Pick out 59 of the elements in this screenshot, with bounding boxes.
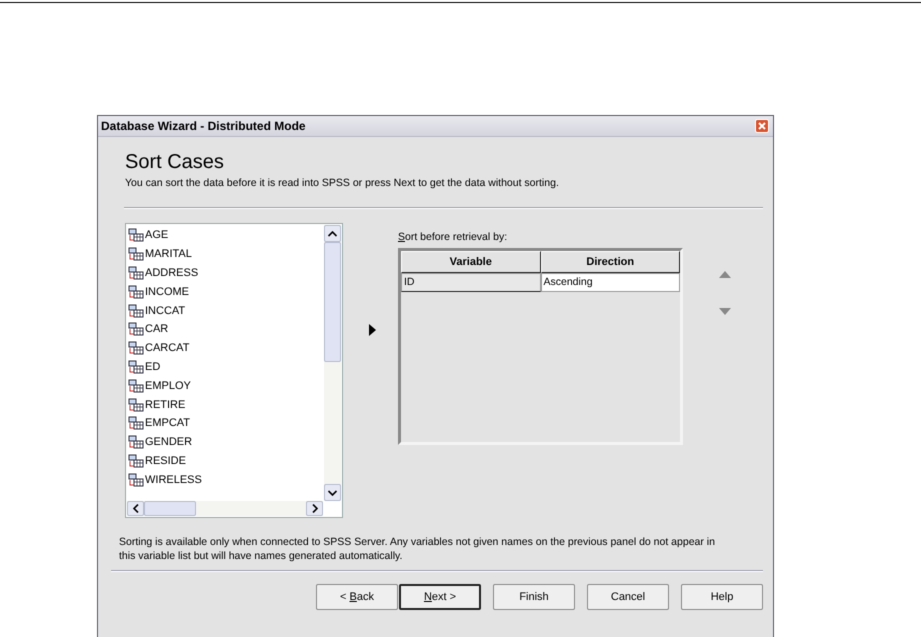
variable-icon bbox=[128, 247, 144, 262]
variable-icon bbox=[128, 435, 144, 450]
variable-item[interactable]: CAR bbox=[126, 320, 324, 339]
caret-right-icon bbox=[312, 504, 318, 513]
move-down-icon[interactable] bbox=[719, 308, 731, 315]
variable-icon bbox=[128, 341, 144, 356]
dialog-button[interactable]: < Back bbox=[316, 584, 398, 610]
variable-item[interactable]: INCOME bbox=[126, 282, 324, 302]
caret-left-icon bbox=[132, 504, 138, 513]
sort-label: Sort before retrieval by: bbox=[398, 231, 508, 243]
variable-icon bbox=[128, 322, 144, 336]
column-header: Direction bbox=[540, 251, 680, 273]
scroll-left-button[interactable] bbox=[127, 501, 144, 516]
caret-up-icon bbox=[328, 230, 337, 236]
scroll-right-button[interactable] bbox=[306, 501, 323, 516]
horizontal-scrollbar[interactable] bbox=[127, 501, 323, 516]
variable-item[interactable]: RETIRE bbox=[126, 395, 324, 414]
variable-icon bbox=[128, 398, 144, 412]
variable-icon bbox=[128, 454, 144, 468]
intro-text: You can sort the data before it is read into SPSS or press Next to get the data without sorting. bbox=[125, 177, 560, 189]
scroll-thumb[interactable] bbox=[144, 501, 196, 516]
scroll-thumb[interactable] bbox=[324, 242, 341, 362]
variable-item[interactable]: RESIDE bbox=[126, 452, 324, 470]
note-text: Sorting is available only when connected to SPSS Server. Any variables not given names on the previous panel do not appear in this variable list but will have names generated automatically. bbox=[119, 535, 716, 563]
variable-icon bbox=[128, 304, 144, 318]
variable-item[interactable]: GENDER bbox=[126, 432, 324, 452]
dialog-button[interactable]: Next > bbox=[399, 584, 481, 610]
window-title: Database Wizard - Distributed Mode bbox=[101, 119, 306, 133]
dialog-button[interactable]: Help bbox=[681, 584, 763, 610]
variable-item[interactable]: AGE bbox=[126, 226, 324, 245]
move-right-icon[interactable] bbox=[369, 324, 376, 336]
variable-icon bbox=[128, 266, 144, 280]
variable-icon bbox=[128, 472, 144, 487]
variable-icon bbox=[128, 228, 144, 242]
variable-item[interactable]: ED bbox=[126, 358, 324, 376]
column-header: Variable bbox=[401, 251, 540, 273]
move-up-icon[interactable] bbox=[719, 271, 731, 278]
variable-item[interactable]: INCCAT bbox=[126, 301, 324, 320]
variable-item[interactable]: WIRELESS bbox=[126, 470, 324, 490]
variable-icon bbox=[128, 416, 144, 430]
caret-down-icon bbox=[328, 490, 337, 496]
dialog-button[interactable]: Cancel bbox=[587, 584, 669, 610]
variable-icon bbox=[128, 360, 144, 374]
vertical-scrollbar[interactable] bbox=[324, 225, 341, 501]
variable-icon bbox=[128, 284, 144, 299]
dialog-button[interactable]: Finish bbox=[493, 584, 575, 610]
page-heading: Sort Cases bbox=[125, 150, 225, 174]
variable-icon bbox=[128, 378, 144, 393]
variable-item[interactable]: ADDRESS bbox=[126, 264, 324, 282]
table-cell: Ascending bbox=[540, 273, 680, 292]
close-icon[interactable] bbox=[755, 119, 769, 133]
variable-item[interactable]: EMPCAT bbox=[126, 414, 324, 433]
table-cell: ID bbox=[401, 273, 540, 292]
scroll-down-button[interactable] bbox=[324, 484, 341, 501]
variable-item[interactable]: CARCAT bbox=[126, 338, 324, 358]
variable-list[interactable]: AGE MARITAL ADDRESS INCOME INCCAT CAR CARCAT ED EMPLOY RETIRE EMPCAT GENDER RESIDE WIRELESS bbox=[125, 223, 343, 518]
scroll-up-button[interactable] bbox=[324, 225, 341, 242]
variable-item[interactable]: MARITAL bbox=[126, 244, 324, 264]
variable-item[interactable]: EMPLOY bbox=[126, 376, 324, 396]
